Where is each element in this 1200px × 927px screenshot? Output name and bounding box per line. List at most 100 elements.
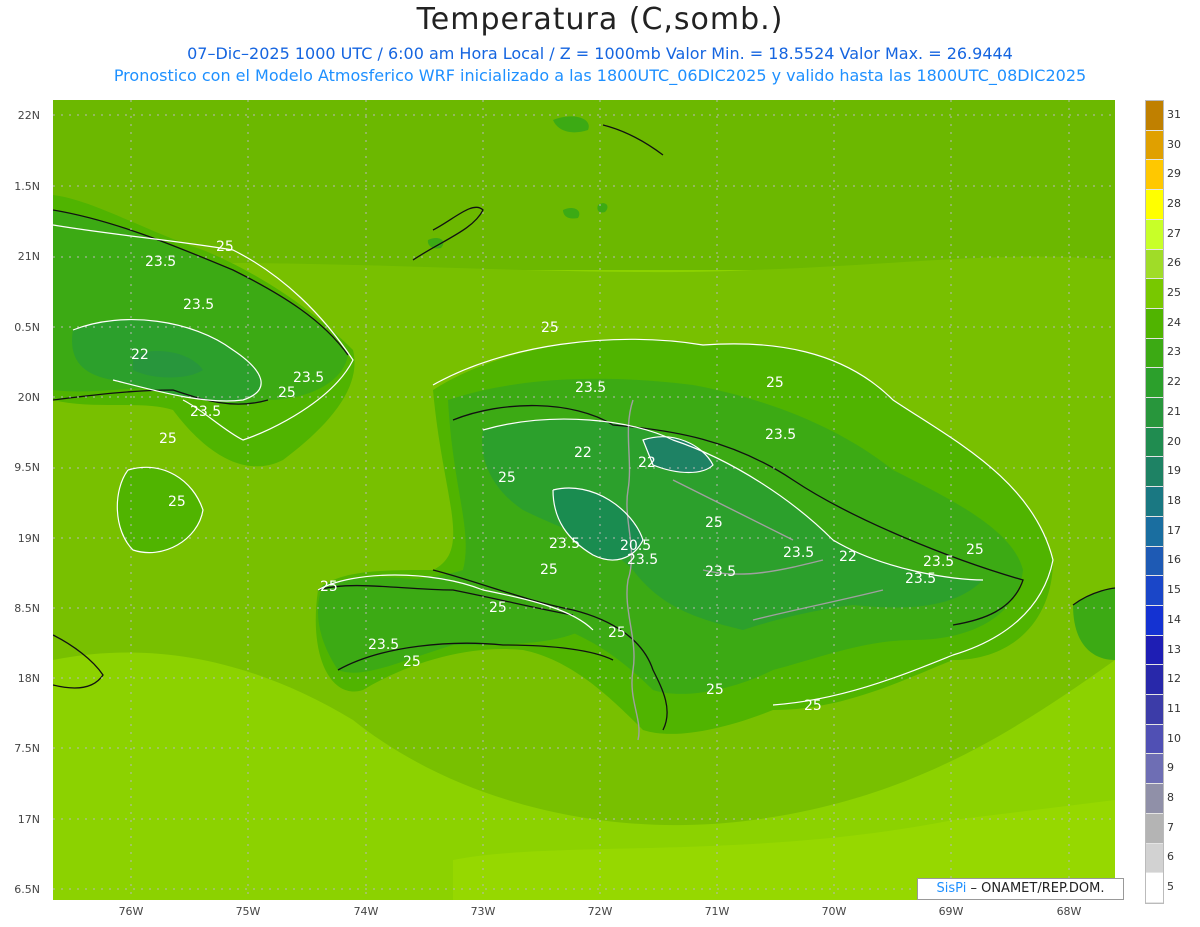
colorbar-label: 10: [1167, 731, 1181, 745]
colorbar-label: 17: [1167, 523, 1181, 537]
colorbar-cell: [1146, 754, 1163, 785]
contour-label: 25: [608, 625, 626, 641]
colorbar-label: 6: [1167, 850, 1174, 864]
contour-label: 22: [839, 549, 857, 565]
contour-label: 23.5: [183, 297, 214, 313]
contour-label: 22: [638, 455, 656, 471]
colorbar-cell: [1146, 695, 1163, 725]
contour-label: 23.5: [145, 254, 176, 270]
colorbar-label: 7: [1167, 820, 1174, 834]
colorbar-label: 14: [1167, 612, 1181, 626]
contour-label: 25: [278, 385, 296, 401]
contour-label: 23.5: [190, 404, 221, 420]
credit-text: – ONAMET/REP.DOM.: [966, 881, 1105, 896]
y-axis-label: 8.5N: [14, 602, 40, 615]
colorbar-label: 20: [1167, 434, 1181, 448]
contour-label: 23.5: [549, 536, 580, 552]
colorbar-label: 5: [1167, 880, 1174, 894]
colorbar-cell: [1146, 279, 1163, 309]
colorbar-cell: [1146, 398, 1163, 428]
colorbar-cell: [1146, 635, 1163, 666]
y-axis-label: 18N: [17, 672, 40, 685]
colorbar-cell: [1146, 665, 1163, 696]
colorbar-label: 24: [1167, 315, 1181, 329]
y-axis-label: 9.5N: [14, 461, 40, 474]
y-axis-label: 7.5N: [14, 742, 40, 755]
contour-label: 25: [168, 494, 186, 510]
colorbar-label: 28: [1167, 196, 1181, 210]
contour-label: 22: [131, 347, 149, 363]
credit-box: SisPi – ONAMET/REP.DOM.: [917, 878, 1124, 900]
colorbar-label: 27: [1167, 226, 1181, 240]
y-axis-label: 21N: [17, 250, 40, 263]
x-axis-label: 69W: [938, 905, 964, 918]
colorbar-cell: [1146, 546, 1163, 577]
colorbar-cell: [1146, 724, 1163, 755]
contour-label: 23.5: [783, 545, 814, 561]
colorbar-label: 9: [1167, 761, 1174, 775]
colorbar-cell: [1146, 516, 1163, 547]
contour-label: 23.5: [705, 564, 736, 580]
x-axis-label: 76W: [118, 905, 144, 918]
colorbar: [1145, 100, 1164, 904]
colorbar-cell: [1146, 457, 1163, 488]
y-axis-label: 20N: [17, 391, 40, 404]
colorbar-label: 18: [1167, 494, 1181, 507]
contour-label: 23.5: [575, 380, 606, 396]
colorbar-label: 22: [1167, 375, 1181, 389]
colorbar-cell: [1146, 101, 1163, 131]
colorbar-cell: [1146, 368, 1163, 399]
y-axis-label: 6.5N: [14, 883, 40, 896]
colorbar-cell: [1146, 190, 1163, 220]
colorbar-label: 30: [1167, 137, 1181, 151]
contour-label: 25: [320, 579, 338, 595]
contour-label: 25: [804, 698, 822, 714]
colorbar-label: 25: [1167, 286, 1181, 300]
contour-label: 22: [574, 445, 592, 461]
contour-label: 25: [706, 682, 724, 698]
colorbar-cell: [1146, 813, 1163, 844]
colorbar-cell: [1146, 873, 1163, 903]
colorbar-cell: [1146, 130, 1163, 161]
x-axis-label: 75W: [235, 905, 261, 918]
y-axis-label: 19N: [17, 532, 40, 545]
colorbar-label: 16: [1167, 553, 1181, 567]
colorbar-label: 8: [1167, 791, 1174, 805]
contour-label: 25: [403, 654, 421, 670]
x-axis-label: 72W: [587, 905, 613, 918]
colorbar-cell: [1146, 784, 1163, 814]
y-axis-label: 22N: [17, 109, 40, 122]
contour-label: 25: [966, 542, 984, 558]
temperature-map: 25 23.5 23.5 22 23.5 25 25 25 25 23.5 25…: [53, 100, 1115, 900]
x-axis-label: 73W: [470, 905, 496, 918]
x-axis-label: 74W: [353, 905, 379, 918]
contour-label: 23.5: [905, 571, 936, 587]
y-axis-label: 1.5N: [14, 180, 40, 193]
colorbar-cell: [1146, 843, 1163, 874]
x-axis-label: 70W: [821, 905, 847, 918]
colorbar-label: 13: [1167, 642, 1181, 656]
contour-label: 25: [498, 470, 516, 486]
y-axis-label: 0.5N: [14, 321, 40, 334]
colorbar-cell: [1146, 219, 1163, 250]
colorbar-cell: [1146, 427, 1163, 458]
contour-label: 25: [541, 320, 559, 336]
colorbar-label: 29: [1167, 167, 1181, 181]
map-subtitle-model: Pronostico con el Modelo Atmosferico WRF…: [113, 66, 1087, 85]
contour-label: 25: [540, 562, 558, 578]
contour-label: 25: [489, 600, 507, 616]
colorbar-label: 23: [1167, 345, 1181, 359]
colorbar-label: 26: [1167, 256, 1181, 270]
colorbar-label: 21: [1167, 404, 1181, 418]
map-subtitle-time: 07–Dic–2025 1000 UTC / 6:00 am Hora Loca…: [187, 44, 1013, 63]
colorbar-cell: [1146, 249, 1163, 280]
colorbar-cell: [1146, 576, 1163, 606]
contour-label: 23.5: [293, 370, 324, 386]
contour-label: 23.5: [368, 637, 399, 653]
colorbar-cell: [1146, 487, 1163, 517]
contour-label: 23.5: [923, 554, 954, 570]
contour-label: 25: [216, 239, 234, 255]
colorbar-label: 19: [1167, 464, 1181, 478]
colorbar-label: 12: [1167, 672, 1181, 686]
x-axis-label: 68W: [1056, 905, 1082, 918]
